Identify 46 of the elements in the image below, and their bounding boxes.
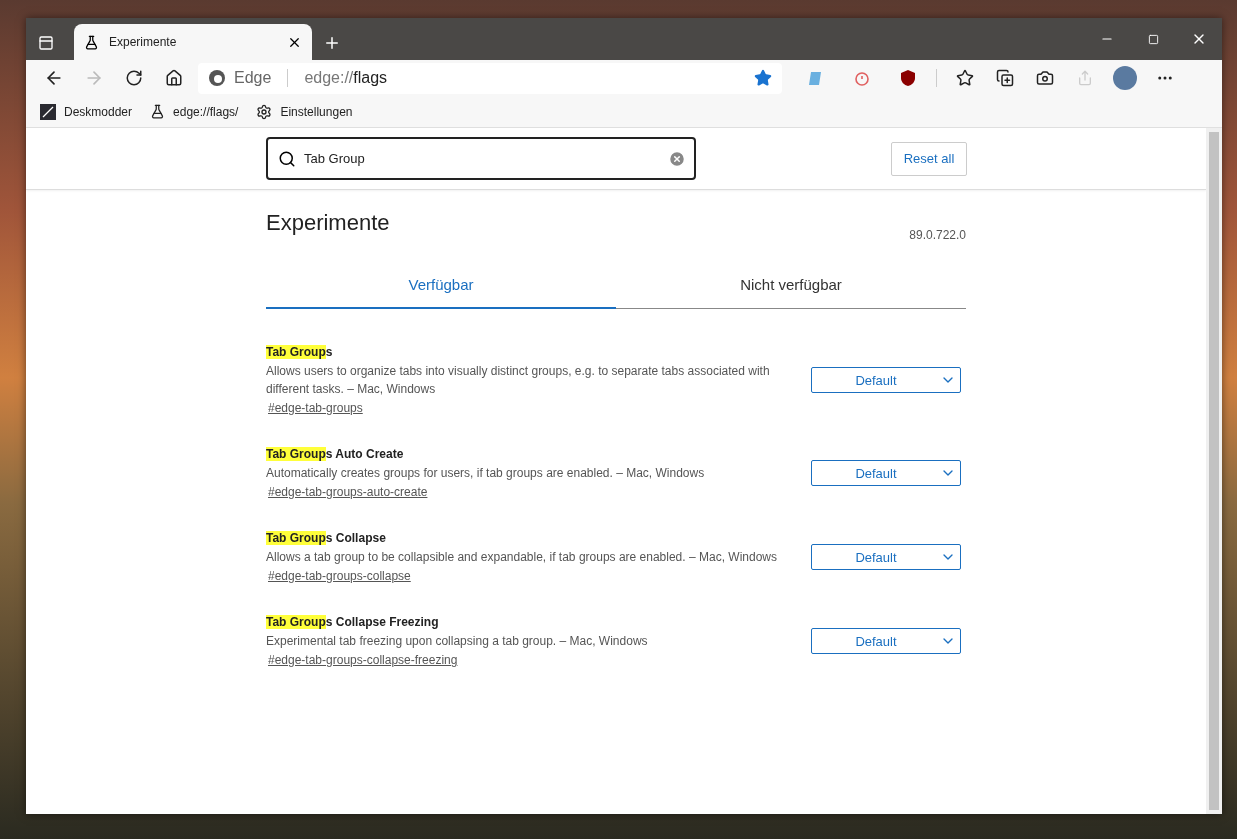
quill-icon[interactable] [40, 103, 56, 120]
collections-icon[interactable] [996, 69, 1014, 87]
camera-icon[interactable] [1036, 69, 1054, 87]
search-icon [278, 149, 296, 168]
scrollbar[interactable] [1206, 128, 1222, 814]
flag-dropdown[interactable]: Default [811, 460, 961, 486]
browser-logo-icon [208, 69, 226, 87]
shield-icon[interactable] [899, 69, 917, 87]
bookmark-label[interactable]: edge://flags/ [173, 104, 239, 119]
flag-description: Allows a tab group to be collapsible and expandable, if tab groups are enabled. – Mac, Windows [266, 549, 778, 566]
site-label: Edge [234, 69, 272, 87]
favorites-list-icon[interactable] [956, 69, 974, 87]
flag-description: Automatically creates groups for users, if tab groups are enabled. – Mac, Windows [266, 465, 706, 482]
bookmark-label[interactable]: Deskmodder [64, 104, 133, 119]
refresh-icon[interactable] [125, 69, 143, 87]
flask-icon [84, 34, 99, 50]
flask-icon[interactable] [150, 104, 166, 119]
flag-link[interactable]: #edge-tab-groups-auto-create [268, 485, 428, 499]
tab-actions-icon[interactable] [38, 35, 54, 51]
version-text: 89.0.722.0 [909, 228, 966, 242]
page-tab[interactable]: Nicht verfügbar [616, 262, 966, 309]
browser-tab[interactable]: Experimente [74, 24, 312, 60]
address-bar[interactable]: Edge edge://flags [198, 62, 782, 94]
home-icon[interactable] [165, 69, 183, 87]
maximize-icon[interactable] [1147, 33, 1159, 45]
tab-title: Experimente [109, 35, 178, 49]
reset-all-button[interactable]: Reset all [891, 141, 967, 176]
flag-description: Allows users to organize tabs into visually distinct groups, e.g. to separate tabs associated with different tasks. – Mac, Windows [266, 363, 771, 398]
flag-link[interactable]: #edge-tab-groups-collapse-freezing [268, 653, 458, 667]
new-tab-icon[interactable] [323, 34, 341, 52]
flag-dropdown[interactable]: Default [811, 367, 961, 393]
timer-icon[interactable] [853, 69, 871, 87]
bookmark-label[interactable]: Einstellungen [280, 104, 353, 119]
page-heading: Experimente [266, 210, 390, 236]
profile-avatar[interactable] [1113, 66, 1137, 90]
flag-dropdown[interactable]: Default [811, 628, 961, 654]
search-field[interactable]: Tab Group [266, 137, 696, 180]
flag-link[interactable]: #edge-tab-groups [268, 401, 363, 415]
flag-description: Experimental tab freezing upon collapsing a tab group. – Mac, Windows [266, 633, 649, 650]
flag-link[interactable]: #edge-tab-groups-collapse [268, 569, 411, 583]
favorite-star-icon[interactable] [754, 69, 772, 87]
settings-icon[interactable] [256, 103, 273, 120]
clear-icon[interactable] [668, 149, 686, 168]
url-text: edge://flags [304, 69, 389, 87]
flag-dropdown[interactable]: Default [811, 544, 961, 570]
page-tab[interactable]: Verfügbar [266, 262, 616, 309]
